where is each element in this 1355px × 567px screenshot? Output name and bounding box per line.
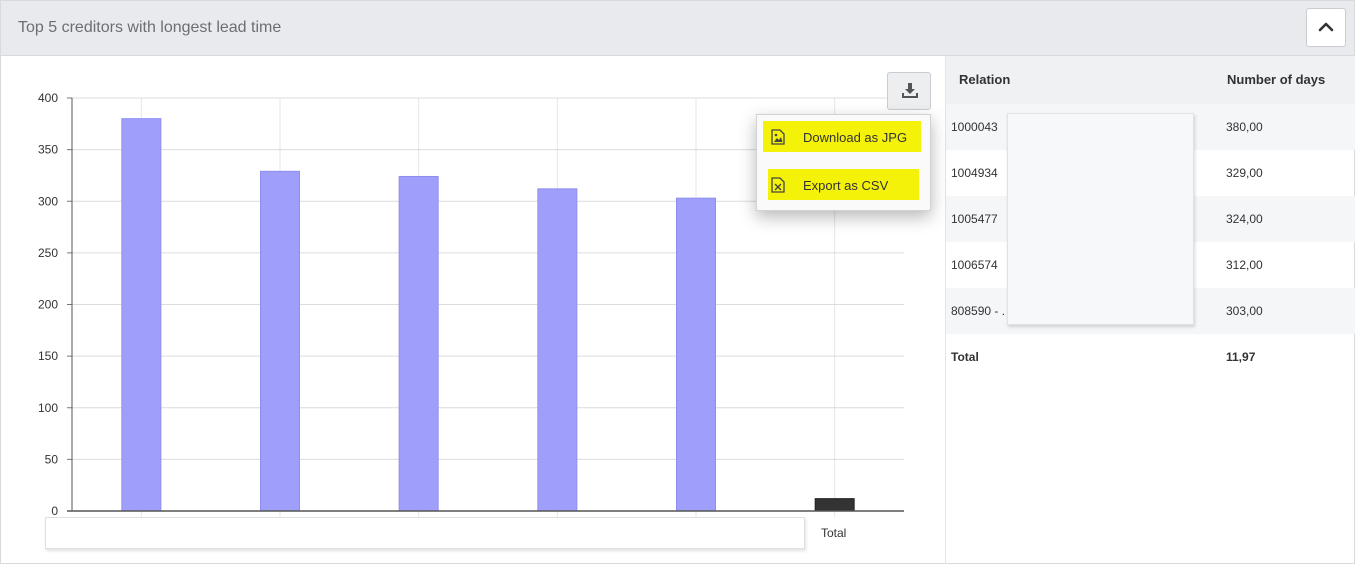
y-tick-label: 200 [38,298,58,312]
relation-cell: 1006574 [951,258,998,272]
export-button[interactable] [887,72,931,110]
widget-title: Top 5 creditors with longest lead time [18,19,282,36]
y-tick-label: 400 [38,91,58,105]
collapse-button[interactable] [1306,8,1346,47]
export-csv-item[interactable]: Export as CSV [768,169,919,200]
widget-panel: Top 5 creditors with longest lead time 0… [0,0,1355,564]
table-total-row: Total 11,97 [946,334,1355,380]
chart-scrollbar[interactable] [45,517,805,549]
widget-header: Top 5 creditors with longest lead time [1,1,1354,56]
days-cell: 303,00 [1226,304,1263,318]
y-tick-label: 100 [38,401,58,415]
bar [537,188,578,512]
bar [121,118,162,512]
bar [398,175,439,512]
chevron-up-icon [1318,22,1334,32]
download-icon [902,83,918,98]
relation-cell: 1005477 [951,212,998,226]
image-file-icon [771,129,785,145]
days-cell: 380,00 [1226,120,1263,134]
bar [260,170,300,512]
relation-cell: 1004934 [951,166,998,180]
days-cell: 312,00 [1226,258,1263,272]
bar [676,197,716,512]
total-axis-label: Total [821,526,847,540]
relation-column-header[interactable]: Relation [959,72,1010,87]
y-tick-label: 250 [38,246,58,260]
export-csv-label: Export as CSV [803,178,889,193]
y-tick-label: 0 [51,504,58,518]
total-bar [814,498,855,512]
download-jpg-label: Download as JPG [803,130,908,145]
export-menu: Download as JPG Export as CSV [756,114,931,211]
total-label: Total [951,350,979,364]
relation-cell: 808590 - . [951,304,1006,318]
y-tick-label: 300 [38,194,58,208]
y-tick-label: 150 [38,349,58,363]
y-tick-label: 350 [38,143,58,157]
redacted-overlay [1007,113,1194,325]
relation-cell: 1000043 [951,120,998,134]
download-jpg-item[interactable]: Download as JPG [763,121,921,152]
days-cell: 329,00 [1226,166,1263,180]
table-header-row: Relation Number of days [946,56,1355,104]
excel-file-icon [771,177,785,193]
days-column-header[interactable]: Number of days [1227,72,1325,87]
y-tick-label: 50 [45,452,59,466]
days-cell: 324,00 [1226,212,1263,226]
total-days: 11,97 [1226,350,1256,364]
